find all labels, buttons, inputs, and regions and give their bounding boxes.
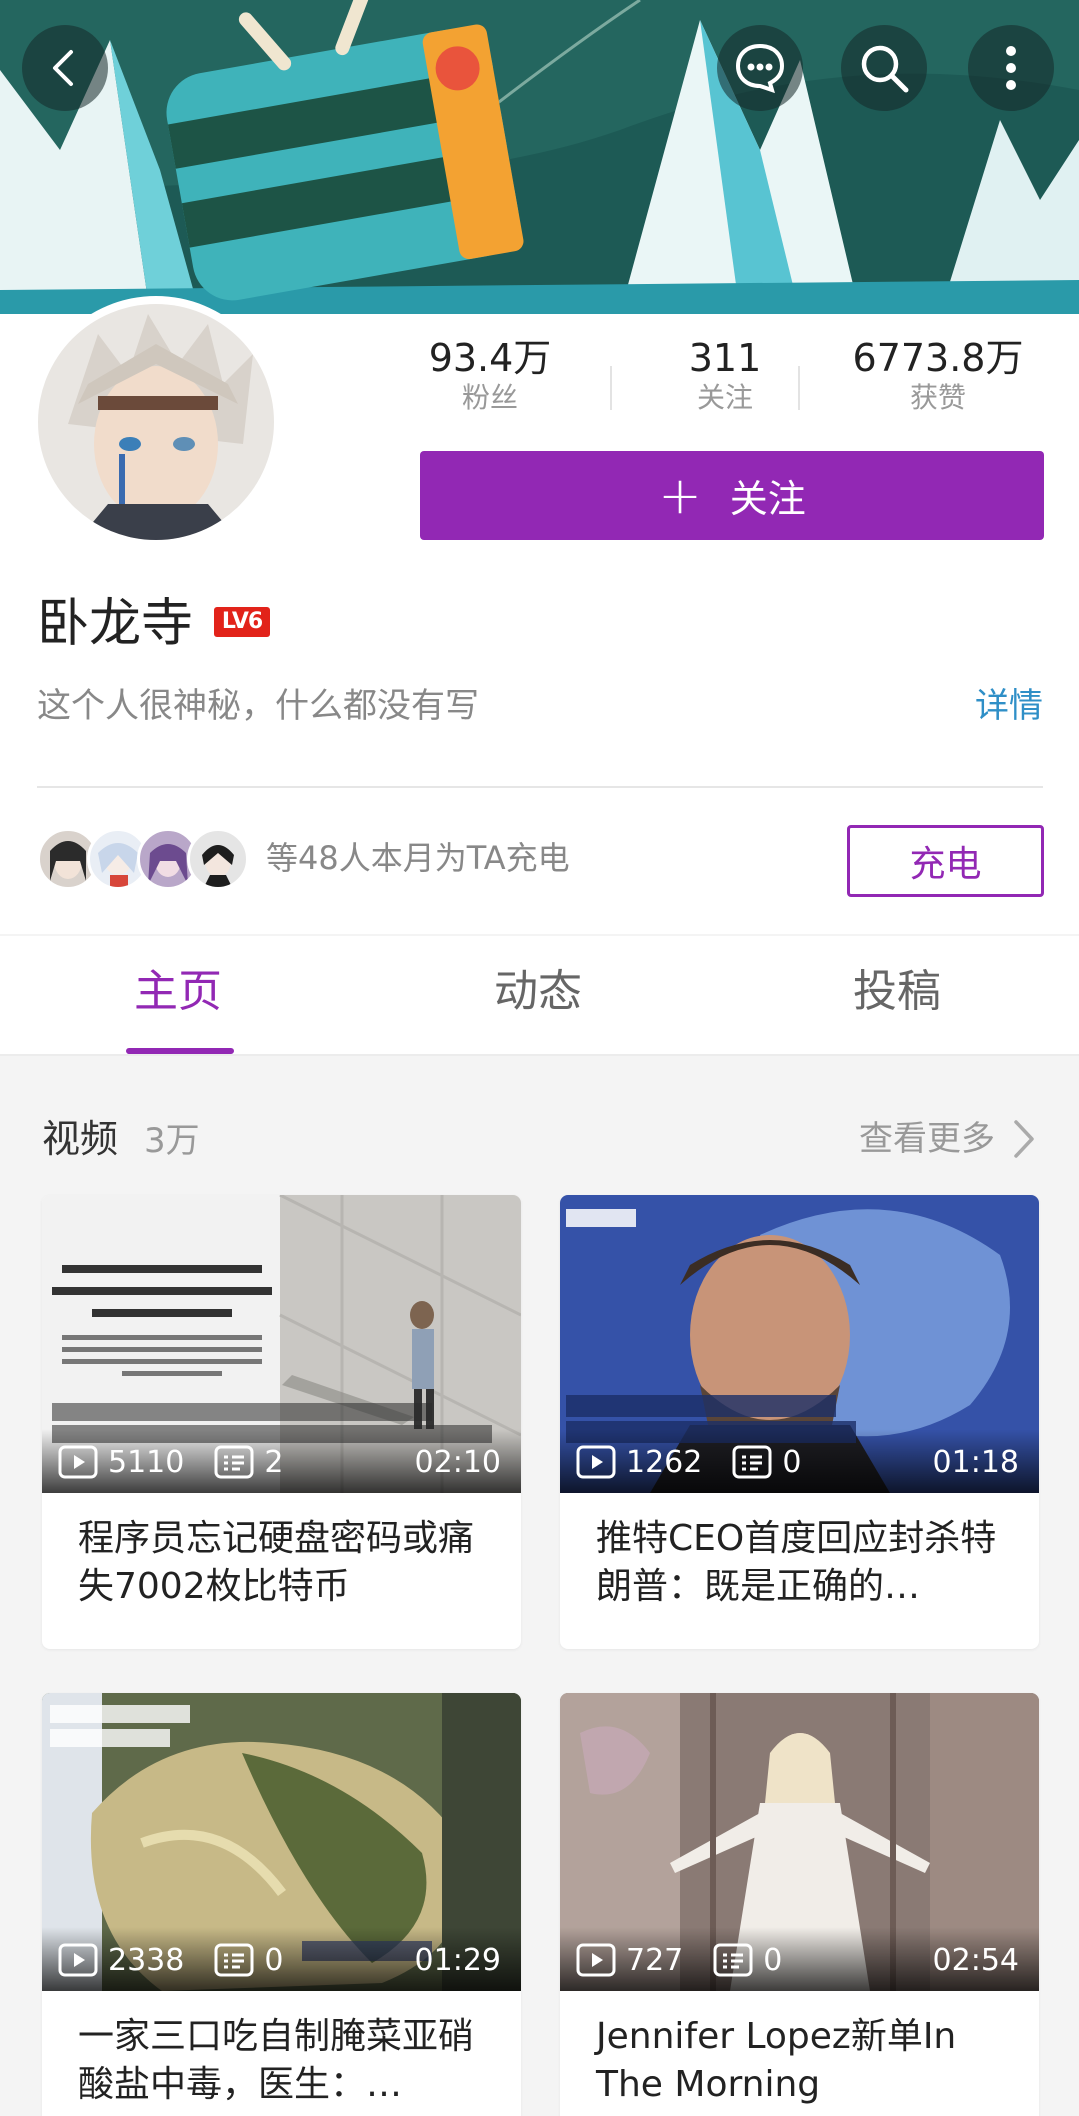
video-duration: 02:54 <box>932 1942 1019 1978</box>
play-count-icon <box>58 1445 98 1479</box>
tab-submissions[interactable]: 投稿 <box>853 964 941 1020</box>
section-count: 3万 <box>144 1121 200 1161</box>
danmaku-count: 0 <box>264 1942 284 1978</box>
more-button[interactable] <box>968 25 1054 111</box>
video-title-text: 推特CEO首度回应封杀特朗普：既是正确的… <box>596 1518 997 1607</box>
video-duration: 02:10 <box>414 1444 501 1480</box>
video-thumbnail: 2338 0 01:29 <box>42 1693 521 1991</box>
level-badge: LV6 <box>214 607 270 637</box>
play-count: 1262 <box>626 1444 703 1480</box>
chevron-right-icon <box>1014 1120 1034 1158</box>
tab-bar: 主页 动态 投稿 <box>0 936 1079 1056</box>
avatar[interactable] <box>30 296 282 548</box>
video-title: Jennifer Lopez新单In The Morning <box>560 1991 1039 2116</box>
video-card[interactable]: 5110 2 02:10 程序员忘记硬盘密码或痛失7002枚比特币 <box>42 1195 521 1649</box>
video-thumbnail: 1262 0 01:18 <box>560 1195 1039 1493</box>
supporter-avatars[interactable] <box>37 828 252 890</box>
supporter-text: 等48人本月为TA充电 <box>266 839 570 877</box>
stat-followers[interactable]: 93.4万 粉丝 <box>420 336 560 416</box>
following-count: 311 <box>688 336 762 380</box>
danmaku-count: 2 <box>264 1444 284 1480</box>
divider <box>37 786 1043 788</box>
danmaku-icon <box>214 1943 254 1977</box>
video-meta: 727 0 02:54 <box>576 1941 1019 1979</box>
video-duration: 01:29 <box>414 1942 501 1978</box>
chat-bubble-icon <box>735 43 785 94</box>
message-button[interactable] <box>717 25 803 111</box>
video-title: 程序员忘记硬盘密码或痛失7002枚比特币 <box>42 1493 521 1649</box>
more-vertical-icon <box>1006 46 1016 90</box>
stat-divider <box>798 366 800 410</box>
follow-button-label: 关注 <box>729 477 806 521</box>
username: 卧龙寺 <box>37 594 194 654</box>
detail-link[interactable]: 详情 <box>975 684 1043 728</box>
stat-following[interactable]: 311 关注 <box>640 336 810 416</box>
avatar-image <box>38 304 274 540</box>
following-label: 关注 <box>696 381 753 414</box>
tab-home[interactable]: 主页 <box>134 964 222 1020</box>
video-title-text: Jennifer Lopez新单In The Morning <box>596 2016 957 2105</box>
bio-text: 这个人很神秘，什么都没有写 <box>37 686 479 726</box>
chevron-left-icon <box>53 50 73 86</box>
video-thumbnail: 5110 2 02:10 <box>42 1195 521 1493</box>
stat-likes[interactable]: 6773.8万 获赞 <box>838 336 1038 416</box>
plus-icon: + <box>658 465 702 526</box>
search-button[interactable] <box>841 25 927 111</box>
danmaku-icon <box>713 1943 753 1977</box>
active-tab-indicator <box>126 1048 234 1054</box>
play-count-icon <box>576 1943 616 1977</box>
charge-button[interactable]: 充电 <box>847 825 1044 897</box>
play-count: 5110 <box>108 1444 185 1480</box>
likes-label: 获赞 <box>909 381 966 414</box>
danmaku-count: 0 <box>782 1444 802 1480</box>
profile-banner <box>0 0 1079 314</box>
view-more-label: 查看更多 <box>859 1119 995 1159</box>
back-button[interactable] <box>22 25 108 111</box>
followers-label: 粉丝 <box>461 381 518 414</box>
likes-count: 6773.8万 <box>852 336 1024 380</box>
danmaku-icon <box>732 1445 772 1479</box>
danmaku-icon <box>214 1445 254 1479</box>
tab-activity[interactable]: 动态 <box>494 964 582 1020</box>
video-card[interactable]: 1262 0 01:18 推特CEO首度回应封杀特朗普：既是正确的… <box>560 1195 1039 1649</box>
video-title-text: 一家三口吃自制腌菜亚硝酸盐中毒，医生：… <box>78 2016 475 2105</box>
supporter-avatar <box>187 828 249 890</box>
video-title: 推特CEO首度回应封杀特朗普：既是正确的… <box>560 1493 1039 1649</box>
view-more-link[interactable]: 查看更多 <box>859 1116 1035 1162</box>
search-icon <box>861 45 909 93</box>
video-thumbnail: 727 0 02:54 <box>560 1693 1039 1991</box>
followers-count: 93.4万 <box>428 336 552 380</box>
profile-stats: 93.4万 粉丝 311 关注 6773.8万 获赞 <box>420 336 1040 416</box>
video-meta: 5110 2 02:10 <box>58 1443 501 1481</box>
video-meta: 2338 0 01:29 <box>58 1941 501 1979</box>
play-count-icon <box>576 1445 616 1479</box>
video-title: 一家三口吃自制腌菜亚硝酸盐中毒，医生：… <box>42 1991 521 2116</box>
section-title: 视频 <box>42 1117 119 1161</box>
profile-card: 93.4万 粉丝 311 关注 6773.8万 获赞 + 关注 卧龙寺 LV6 … <box>0 296 1079 934</box>
video-card[interactable]: 2338 0 01:29 一家三口吃自制腌菜亚硝酸盐中毒，医生：… <box>42 1693 521 2116</box>
video-card[interactable]: 727 0 02:54 Jennifer Lopez新单In The Morni… <box>560 1693 1039 2116</box>
play-count: 2338 <box>108 1942 185 1978</box>
video-duration: 01:18 <box>932 1444 1019 1480</box>
play-count: 727 <box>626 1942 684 1978</box>
video-meta: 1262 0 01:18 <box>576 1443 1019 1481</box>
follow-button[interactable]: + 关注 <box>420 451 1044 540</box>
video-title-text: 程序员忘记硬盘密码或痛失7002枚比特币 <box>78 1518 475 1607</box>
stat-divider <box>610 366 612 410</box>
danmaku-count: 0 <box>763 1942 783 1978</box>
play-count-icon <box>58 1943 98 1977</box>
